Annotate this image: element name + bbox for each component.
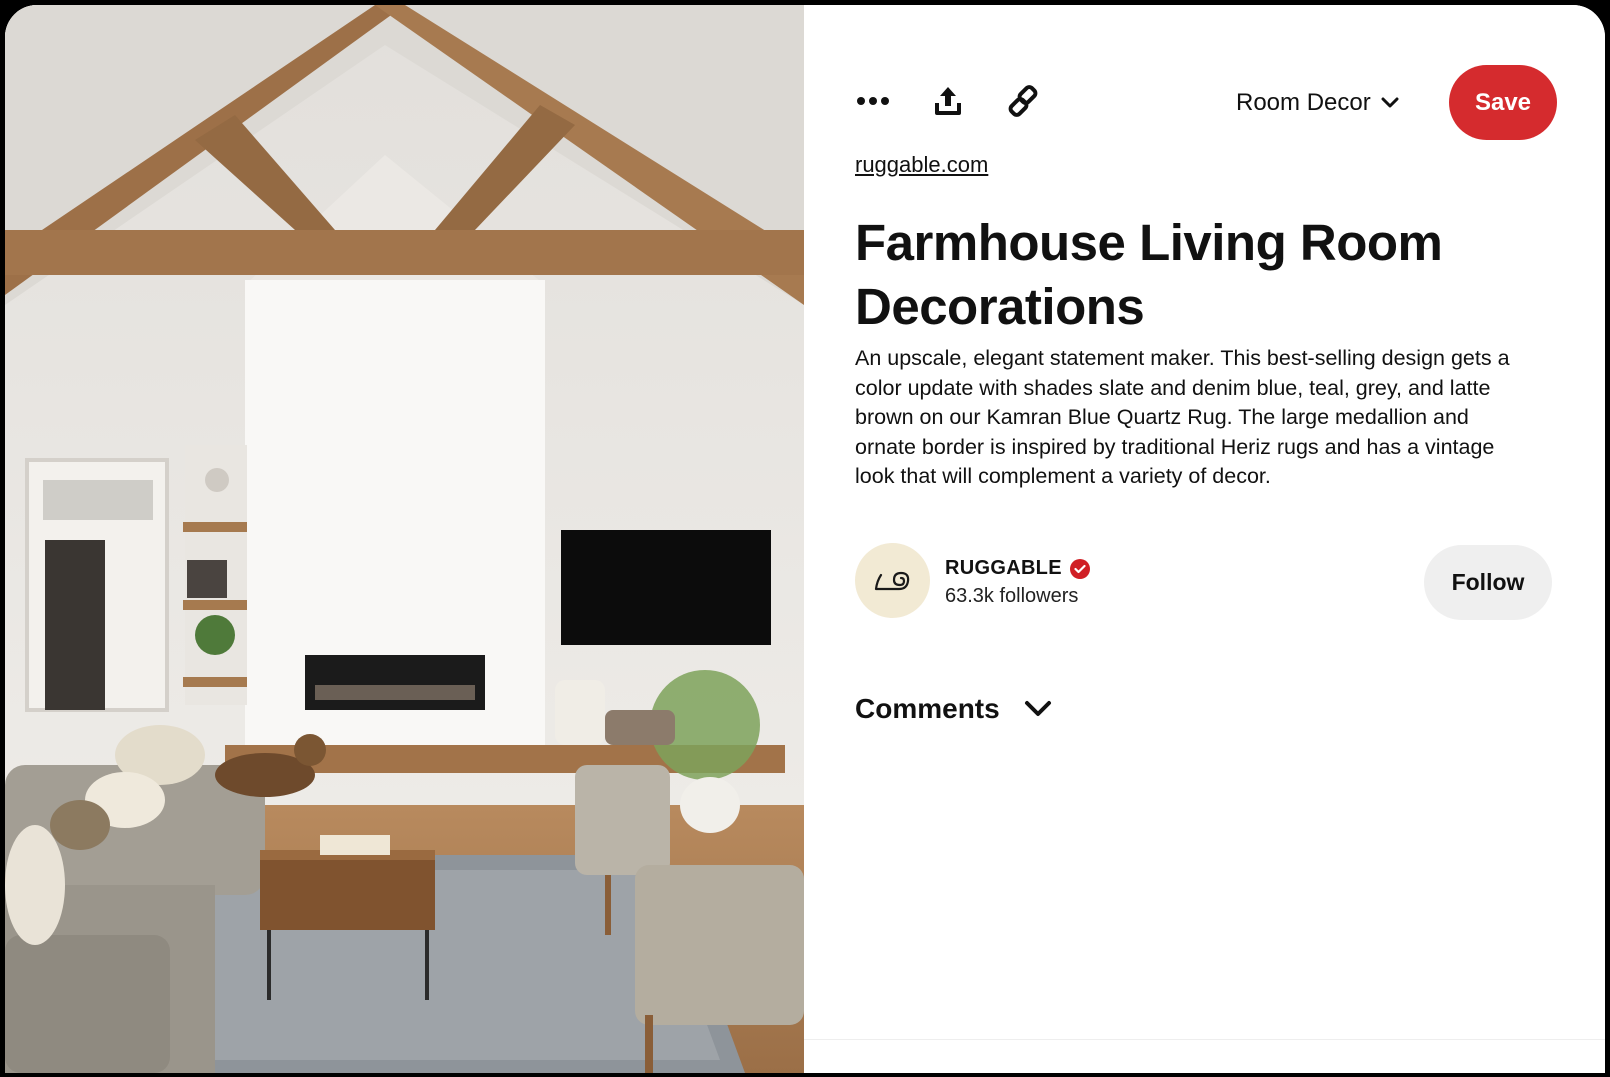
chevron-down-icon xyxy=(1381,97,1399,108)
copy-link-button[interactable] xyxy=(999,77,1047,125)
share-button[interactable] xyxy=(924,77,972,125)
living-room-photo xyxy=(5,5,804,1073)
creator-avatar[interactable] xyxy=(855,543,930,618)
more-options-button[interactable] xyxy=(849,77,897,125)
save-button[interactable]: Save xyxy=(1449,65,1557,140)
comments-label: Comments xyxy=(855,693,1000,724)
follow-button[interactable]: Follow xyxy=(1424,545,1552,620)
pin-description: An upscale, elegant statement maker. Thi… xyxy=(855,346,1510,488)
pin-closeup-card: Room Decor Save ruggable.com Farmhouse L… xyxy=(5,5,1605,1073)
verified-badge-icon xyxy=(1069,558,1090,579)
board-select-dropdown[interactable]: Room Decor xyxy=(1236,83,1399,123)
source-link[interactable]: ruggable.com xyxy=(855,152,988,178)
pin-details-panel: Room Decor Save ruggable.com Farmhouse L… xyxy=(804,5,1605,1073)
follower-count: 63.3k followers xyxy=(945,585,1079,607)
more-dots-icon xyxy=(857,97,889,105)
link-chain-icon xyxy=(1008,85,1038,117)
creator-name: RUGGABLE xyxy=(945,557,1062,579)
pin-image[interactable] xyxy=(5,5,804,1073)
board-name: Room Decor xyxy=(1236,89,1371,116)
ruggable-logo-icon xyxy=(874,571,909,590)
pin-title: Farmhouse Living Room Decorations xyxy=(855,214,1443,335)
panel-divider xyxy=(804,1039,1605,1040)
share-upload-icon xyxy=(935,87,961,115)
creator-name-link[interactable]: RUGGABLE xyxy=(945,557,1090,580)
chevron-down-icon xyxy=(1024,701,1051,716)
comments-toggle[interactable]: Comments xyxy=(855,693,1052,725)
